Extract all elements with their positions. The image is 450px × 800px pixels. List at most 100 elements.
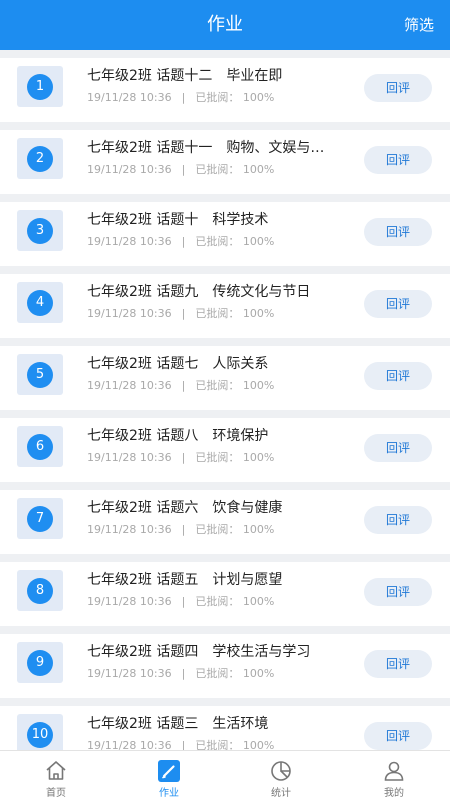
item-title: 七年级2班 话题六 饮食与健康: [87, 500, 283, 516]
item-date: 19/11/28 10:36: [87, 595, 172, 608]
tab-label: 作业: [159, 788, 179, 799]
item-number: 2: [27, 145, 53, 172]
item-title: 七年级2班 话题八 环境保护: [87, 428, 269, 444]
item-number-badge: 4: [17, 282, 63, 323]
item-number-badge: 2: [17, 138, 63, 179]
item-number: 5: [27, 361, 53, 388]
item-title: 七年级2班 话题十二 毕业在即: [87, 68, 283, 84]
tab-mine[interactable]: 我的: [338, 751, 450, 800]
homework-list[interactable]: 1 七年级2班 话题十二 毕业在即 19/11/28 10:36 | 已批阅： 10…: [0, 50, 450, 750]
item-date: 19/11/28 10:36: [87, 235, 172, 248]
item-meta: 19/11/28 10:36 | 已批阅： 100%: [87, 90, 274, 106]
item-title: 七年级2班 话题九 传统文化与节日: [87, 284, 311, 300]
homework-item[interactable]: 2 七年级2班 话题十一 购物、文娱与… 19/11/28 10:36 | 已批阅：…: [0, 130, 450, 194]
tab-homework[interactable]: 作业: [113, 751, 225, 800]
homework-item[interactable]: 8 七年级2班 话题五 计划与愿望 19/11/28 10:36 | 已批阅： 10…: [0, 562, 450, 626]
item-number-badge: 1: [17, 66, 63, 107]
item-number-badge: 6: [17, 426, 63, 467]
item-number: 3: [27, 217, 53, 244]
item-date: 19/11/28 10:36: [87, 163, 172, 176]
item-date: 19/11/28 10:36: [87, 91, 172, 104]
item-number: 6: [27, 433, 53, 460]
meta-separator: |: [181, 235, 186, 248]
item-reviewed: 已批阅： 100%: [195, 307, 275, 320]
bottom-tab-bar: 首页 作业 统计 我的: [0, 750, 450, 800]
tab-label: 首页: [46, 788, 66, 799]
item-number-badge: 8: [17, 570, 63, 611]
meta-separator: |: [181, 451, 186, 464]
item-number: 8: [27, 577, 53, 604]
page-title: 作业: [207, 14, 243, 35]
meta-separator: |: [181, 91, 186, 104]
meta-separator: |: [181, 379, 186, 392]
homework-item[interactable]: 10 七年级2班 话题三 生活环境 19/11/28 10:36 | 已批阅： 10…: [0, 706, 450, 750]
item-title: 七年级2班 话题五 计划与愿望: [87, 572, 283, 588]
meta-separator: |: [181, 595, 186, 608]
review-button[interactable]: 回评: [364, 146, 432, 174]
homework-item[interactable]: 4 七年级2班 话题九 传统文化与节日 19/11/28 10:36 | 已批阅： …: [0, 274, 450, 338]
item-title: 七年级2班 话题三 生活环境: [87, 716, 269, 732]
item-reviewed: 已批阅： 100%: [195, 667, 275, 680]
item-reviewed: 已批阅： 100%: [195, 451, 275, 464]
item-meta: 19/11/28 10:36 | 已批阅： 100%: [87, 162, 274, 178]
item-number-badge: 3: [17, 210, 63, 251]
item-date: 19/11/28 10:36: [87, 523, 172, 536]
item-number: 10: [27, 721, 53, 748]
meta-separator: |: [181, 667, 186, 680]
item-date: 19/11/28 10:36: [87, 307, 172, 320]
item-date: 19/11/28 10:36: [87, 451, 172, 464]
tab-home[interactable]: 首页: [0, 751, 112, 800]
item-meta: 19/11/28 10:36 | 已批阅： 100%: [87, 738, 274, 750]
item-title: 七年级2班 话题十 科学技术: [87, 212, 269, 228]
item-number-badge: 9: [17, 642, 63, 683]
item-title: 七年级2班 话题四 学校生活与学习: [87, 644, 311, 660]
meta-separator: |: [181, 163, 186, 176]
item-number-badge: 5: [17, 354, 63, 395]
item-date: 19/11/28 10:36: [87, 379, 172, 392]
item-date: 19/11/28 10:36: [87, 667, 172, 680]
item-reviewed: 已批阅： 100%: [195, 91, 275, 104]
item-reviewed: 已批阅： 100%: [195, 595, 275, 608]
homework-item[interactable]: 1 七年级2班 话题十二 毕业在即 19/11/28 10:36 | 已批阅： 10…: [0, 58, 450, 122]
homework-item[interactable]: 6 七年级2班 话题八 环境保护 19/11/28 10:36 | 已批阅： 100…: [0, 418, 450, 482]
tab-statistics[interactable]: 统计: [225, 751, 337, 800]
tab-label: 统计: [271, 788, 291, 799]
meta-separator: |: [181, 523, 186, 536]
item-number-badge: 10: [17, 714, 63, 750]
tab-label: 我的: [384, 788, 404, 799]
item-meta: 19/11/28 10:36 | 已批阅： 100%: [87, 234, 274, 250]
review-button[interactable]: 回评: [364, 434, 432, 462]
item-meta: 19/11/28 10:36 | 已批阅： 100%: [87, 522, 274, 538]
review-button[interactable]: 回评: [364, 290, 432, 318]
item-reviewed: 已批阅： 100%: [195, 523, 275, 536]
pie-chart-icon: [271, 761, 291, 781]
item-meta: 19/11/28 10:36 | 已批阅： 100%: [87, 594, 274, 610]
review-button[interactable]: 回评: [364, 650, 432, 678]
homework-item[interactable]: 5 七年级2班 话题七 人际关系 19/11/28 10:36 | 已批阅： 100…: [0, 346, 450, 410]
item-number: 1: [27, 73, 53, 100]
filter-button[interactable]: 筛选: [404, 0, 434, 50]
item-meta: 19/11/28 10:36 | 已批阅： 100%: [87, 306, 274, 322]
homework-item[interactable]: 7 七年级2班 话题六 饮食与健康 19/11/28 10:36 | 已批阅： 10…: [0, 490, 450, 554]
item-title: 七年级2班 话题七 人际关系: [87, 356, 269, 372]
item-meta: 19/11/28 10:36 | 已批阅： 100%: [87, 666, 274, 682]
item-meta: 19/11/28 10:36 | 已批阅： 100%: [87, 378, 274, 394]
review-button[interactable]: 回评: [364, 362, 432, 390]
item-meta: 19/11/28 10:36 | 已批阅： 100%: [87, 450, 274, 466]
review-button[interactable]: 回评: [364, 506, 432, 534]
home-icon: [46, 761, 66, 780]
item-reviewed: 已批阅： 100%: [195, 163, 275, 176]
review-button[interactable]: 回评: [364, 74, 432, 102]
review-button[interactable]: 回评: [364, 578, 432, 606]
item-number: 7: [27, 505, 53, 532]
meta-separator: |: [181, 307, 186, 320]
review-button[interactable]: 回评: [364, 218, 432, 246]
review-button[interactable]: 回评: [364, 722, 432, 750]
homework-item[interactable]: 3 七年级2班 话题十 科学技术 19/11/28 10:36 | 已批阅： 100…: [0, 202, 450, 266]
item-number: 9: [27, 649, 53, 676]
item-reviewed: 已批阅： 100%: [195, 379, 275, 392]
user-icon: [384, 761, 404, 781]
homework-item[interactable]: 9 七年级2班 话题四 学校生活与学习 19/11/28 10:36 | 已批阅： …: [0, 634, 450, 698]
item-date: 19/11/28 10:36: [87, 739, 172, 750]
homework-icon: [158, 760, 180, 782]
